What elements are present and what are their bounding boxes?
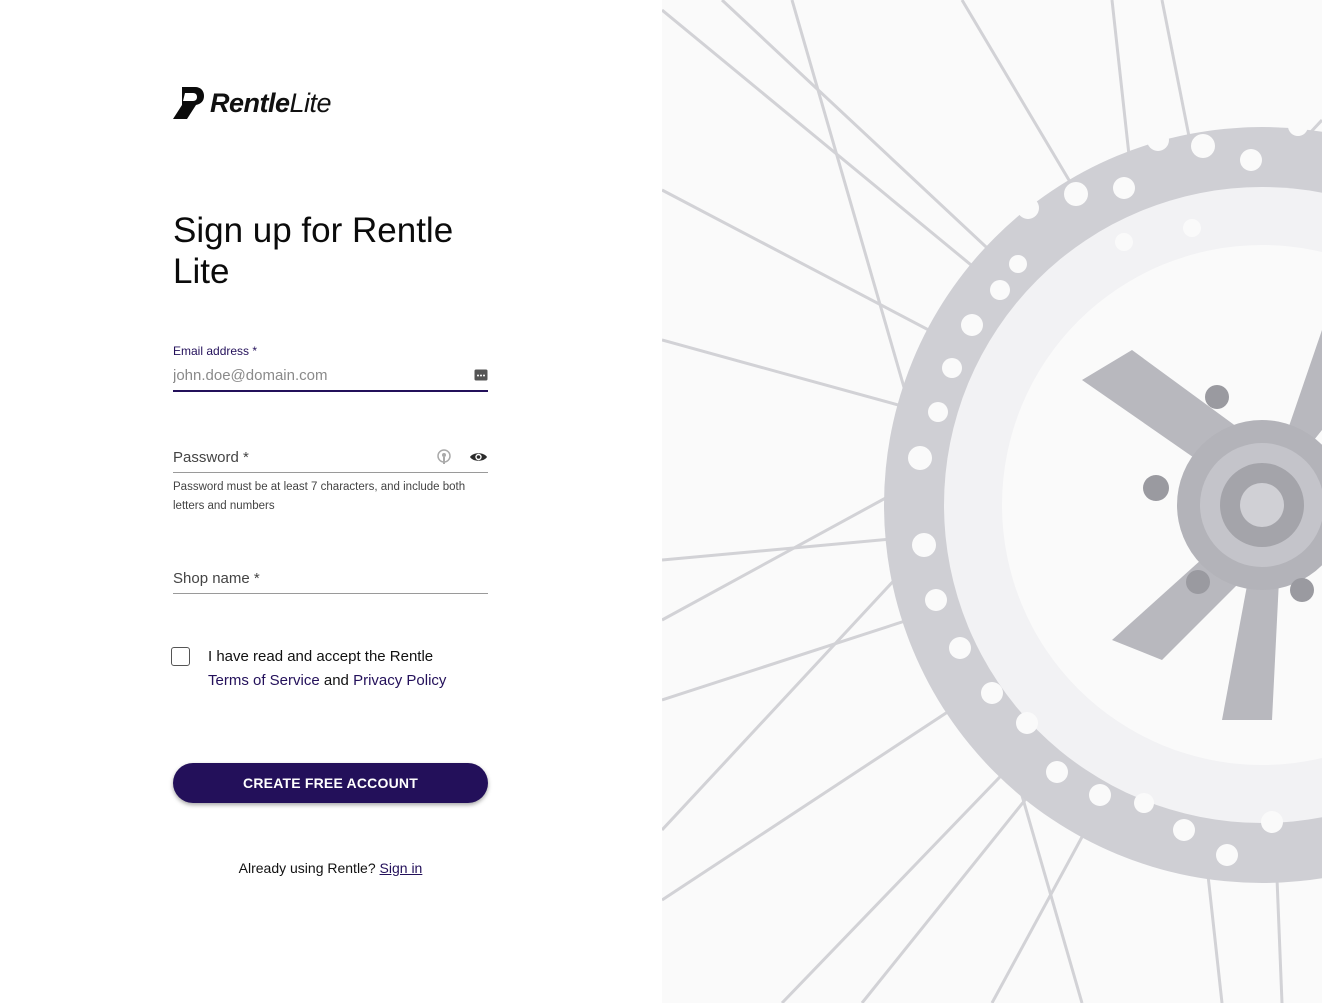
signin-prompt: Already using Rentle? Sign in bbox=[173, 860, 488, 876]
shop-name-field: Shop name * bbox=[173, 563, 488, 594]
password-manager-icon[interactable] bbox=[437, 449, 451, 465]
email-input[interactable] bbox=[173, 366, 433, 384]
logo-text-bold: Rentle bbox=[210, 87, 290, 118]
rentle-mark-icon bbox=[173, 87, 204, 119]
autofill-key-icon[interactable] bbox=[474, 369, 488, 381]
signin-link[interactable]: Sign in bbox=[380, 860, 423, 876]
logo-wordmark: RentleLite bbox=[210, 87, 332, 119]
terms-checkbox[interactable] bbox=[171, 647, 190, 666]
hero-illustration bbox=[662, 0, 1322, 1003]
shop-name-input-row[interactable]: Shop name * bbox=[173, 563, 488, 594]
password-helper-text: Password must be at least 7 characters, … bbox=[173, 481, 466, 512]
signup-panel: RentleLite Sign up for Rentle Lite Email… bbox=[0, 0, 662, 1003]
email-field: Email address * bbox=[173, 344, 488, 392]
password-input-row[interactable]: Password * bbox=[173, 442, 488, 473]
rentle-logo: RentleLite bbox=[173, 87, 332, 119]
password-field: Password * Password must be at least 7 c… bbox=[173, 442, 488, 516]
terms-prefix: I have read and accept the Rentle bbox=[208, 648, 434, 665]
password-label: Password * bbox=[173, 448, 249, 466]
terms-of-service-link[interactable]: Terms of Service bbox=[208, 672, 320, 689]
signin-prompt-text: Already using Rentle? bbox=[238, 860, 376, 876]
email-input-row bbox=[173, 360, 488, 392]
terms-and: and bbox=[323, 672, 349, 689]
email-label: Email address * bbox=[173, 344, 258, 358]
logo-text-light: Lite bbox=[289, 87, 332, 118]
terms-text: I have read and accept the Rentle Terms … bbox=[208, 645, 488, 693]
bicycle-disc-brake-image bbox=[662, 0, 1322, 1003]
shop-name-label: Shop name * bbox=[173, 569, 260, 587]
page-title: Sign up for Rentle Lite bbox=[173, 211, 454, 291]
privacy-policy-link[interactable]: Privacy Policy bbox=[353, 672, 446, 689]
create-account-button[interactable]: CREATE FREE ACCOUNT bbox=[173, 763, 488, 803]
eye-icon[interactable] bbox=[469, 451, 488, 463]
